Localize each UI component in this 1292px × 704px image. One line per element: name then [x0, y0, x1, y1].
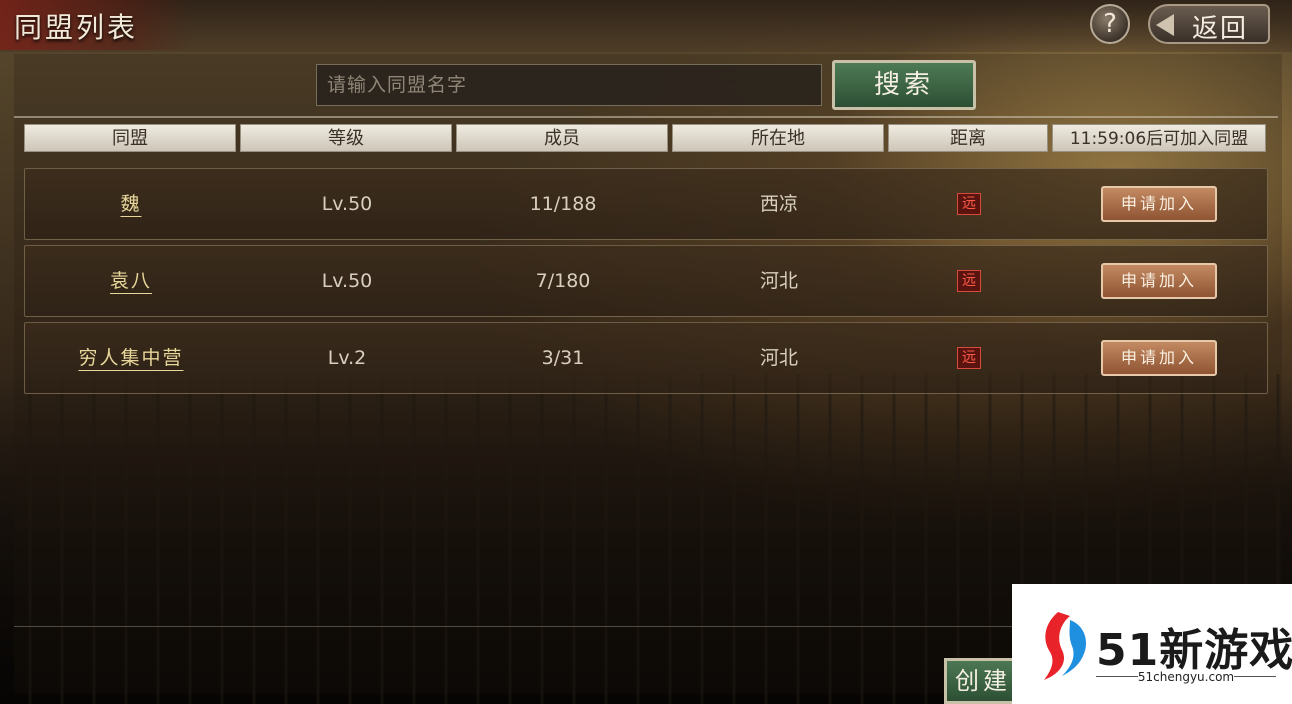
watermark-url: 51chengyu.com: [1137, 670, 1235, 684]
alliance-name-link[interactable]: 袁八: [25, 246, 237, 316]
watermark-brand: 51新游戏: [1096, 625, 1292, 676]
column-header-alliance: 同盟: [24, 124, 236, 152]
alliance-name-link[interactable]: 魏: [25, 169, 237, 239]
apply-join-button[interactable]: 申请加入: [1101, 340, 1217, 376]
apply-join-button[interactable]: 申请加入: [1101, 263, 1217, 299]
alliance-level: Lv.50: [321, 193, 373, 215]
back-button[interactable]: 返回: [1148, 4, 1270, 44]
apply-join-button[interactable]: 申请加入: [1101, 186, 1217, 222]
help-button[interactable]: ?: [1090, 4, 1130, 44]
watermark-logo-icon: [1044, 612, 1086, 680]
help-icon: ?: [1103, 9, 1117, 39]
table-row: 袁八 Lv.50 7/180 河北 远 申请加入: [24, 245, 1268, 317]
table-row: 魏 Lv.50 11/188 西凉 远 申请加入: [24, 168, 1268, 240]
alliance-level: Lv.2: [327, 347, 367, 369]
distance-badge: 远: [957, 270, 981, 292]
column-header-location: 所在地: [672, 124, 884, 152]
watermark-rule-right: [1234, 676, 1276, 677]
distance-badge: 远: [957, 347, 981, 369]
alliance-name-link[interactable]: 穷人集中营: [25, 323, 237, 393]
alliance-location: 河北: [759, 270, 798, 292]
watermark: 51新游戏 51chengyu.com: [1012, 584, 1292, 704]
alliance-location: 西凉: [759, 193, 798, 215]
column-header-join-cooldown: 11:59:06后可加入同盟: [1052, 124, 1266, 152]
back-arrow-icon: [1156, 14, 1174, 36]
search-input[interactable]: 请输入同盟名字: [316, 64, 822, 106]
column-header-distance: 距离: [888, 124, 1048, 152]
page-title: 同盟列表: [14, 11, 139, 44]
distance-badge: 远: [957, 193, 981, 215]
column-header-members: 成员: [456, 124, 668, 152]
alliance-level: Lv.50: [321, 270, 373, 292]
alliance-location: 河北: [759, 347, 798, 369]
column-header-level: 等级: [240, 124, 452, 152]
alliance-members: 11/188: [529, 193, 597, 215]
table-row: 穷人集中营 Lv.2 3/31 河北 远 申请加入: [24, 322, 1268, 394]
back-label: 返回: [1192, 14, 1249, 44]
search-button[interactable]: 搜索: [832, 60, 976, 110]
divider: [14, 116, 1278, 118]
alliance-members: 3/31: [541, 347, 585, 369]
alliance-members: 7/180: [535, 270, 591, 292]
